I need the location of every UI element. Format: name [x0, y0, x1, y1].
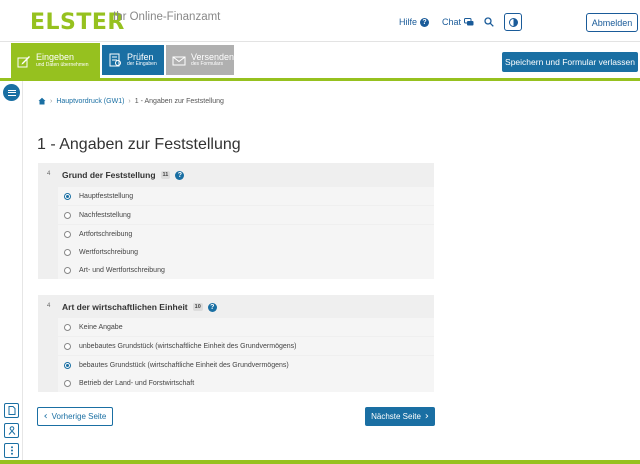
step-pruefen[interactable]: Prüfen der Eingaben	[102, 45, 164, 75]
radio-option-unbebautes-grundstueck[interactable]: unbebautes Grundstück (wirtschaftliche E…	[58, 337, 434, 355]
hamburger-icon	[7, 89, 16, 96]
radio-button[interactable]	[64, 211, 71, 219]
radio-label: Keine Angabe	[79, 323, 123, 331]
step-versenden: Versenden des Formulars	[166, 45, 234, 75]
next-page-label: Nächste Seite	[371, 412, 421, 421]
radio-option-keine-angabe[interactable]: Keine Angabe	[58, 318, 434, 336]
section-heading: Grund der Feststellung 11 ?	[62, 170, 185, 180]
radio-label: Betrieb der Land- und Forstwirtschaft	[79, 379, 195, 387]
radio-label: Wertfortschreibung	[79, 248, 139, 256]
person-rail-button[interactable]	[4, 423, 19, 438]
save-and-exit-button[interactable]: Speichern und Formular verlassen	[502, 52, 638, 72]
radio-button[interactable]	[64, 230, 71, 238]
help-question-icon[interactable]: ?	[175, 170, 185, 180]
checklist-icon	[109, 53, 121, 67]
radio-label: Nachfeststellung	[79, 211, 131, 219]
radio-button[interactable]	[64, 342, 71, 350]
chat-bubble-icon	[464, 17, 474, 25]
section-grund-der-feststellung: 4 Grund der Feststellung 11 ? Hauptfests…	[38, 163, 434, 279]
document-rail-button[interactable]	[4, 403, 19, 418]
search-icon[interactable]	[484, 17, 494, 27]
help-link[interactable]: Hilfe ?	[399, 17, 430, 27]
elster-logo[interactable]: ELSTER	[30, 10, 125, 35]
footer-accent-line	[0, 460, 640, 464]
document-icon	[8, 406, 15, 415]
chevron-left-icon: ‹	[43, 410, 48, 422]
step-bar: Eingeben und Daten übernehmen Prüfen der…	[0, 43, 640, 81]
logout-button[interactable]: Abmelden	[586, 13, 638, 32]
step-subtitle: der Eingaben	[127, 61, 157, 68]
more-rail-button[interactable]	[4, 443, 19, 458]
previous-page-label: Vorherige Seite	[51, 412, 107, 421]
radio-label: unbebautes Grundstück (wirtschaftliche E…	[79, 342, 297, 350]
radio-option-artfortschreibung[interactable]: Artfortschreibung	[58, 225, 434, 243]
breadcrumb-link[interactable]: Hauptvordruck (GW1)	[56, 98, 124, 105]
chat-link[interactable]: Chat	[442, 17, 474, 27]
contrast-toggle-button[interactable]	[504, 13, 522, 31]
section-art-der-wirtschaftlichen-einheit: 4 Art der wirtschaftlichen Einheit 10 ? …	[38, 295, 434, 392]
send-mail-icon	[172, 56, 186, 66]
radio-option-art-und-wertfortschreibung[interactable]: Art- und Wertfortschreibung	[58, 261, 434, 279]
breadcrumb-current: 1 - Angaben zur Feststellung	[134, 97, 224, 105]
next-page-button[interactable]: Nächste Seite ›	[365, 407, 435, 426]
breadcrumb-separator: ›	[128, 97, 131, 105]
radio-button[interactable]	[64, 248, 71, 256]
page-title: 1 - Angaben zur Feststellung	[37, 136, 241, 153]
edit-icon	[17, 55, 30, 67]
chat-label: Chat	[442, 17, 462, 27]
section-title: Art der wirtschaftlichen Einheit	[62, 302, 188, 312]
previous-page-button[interactable]: ‹ Vorherige Seite	[37, 407, 113, 426]
section-title: Grund der Feststellung	[62, 170, 156, 180]
home-icon[interactable]	[38, 97, 46, 105]
radio-label: bebautes Grundstück (wirtschaftliche Ein…	[79, 361, 289, 369]
radio-option-betrieb-land-forst[interactable]: Betrieb der Land- und Forstwirtschaft	[58, 374, 434, 392]
radio-option-nachfeststellung[interactable]: Nachfeststellung	[58, 206, 434, 224]
help-label: Hilfe	[399, 17, 418, 27]
radio-button[interactable]	[64, 323, 71, 331]
radio-button[interactable]	[64, 379, 71, 387]
field-number-badge: 10	[192, 303, 203, 311]
section-heading: Art der wirtschaftlichen Einheit 10 ?	[62, 302, 217, 312]
logo-subtitle: Ihr Online-Finanzamt	[113, 11, 221, 23]
field-number-badge: 11	[160, 171, 171, 179]
radio-label: Art- und Wertfortschreibung	[79, 266, 165, 274]
radio-option-bebautes-grundstueck[interactable]: bebautes Grundstück (wirtschaftliche Ein…	[58, 356, 434, 374]
step-eingeben[interactable]: Eingeben und Daten übernehmen	[11, 43, 100, 78]
breadcrumb-separator: ›	[50, 97, 53, 105]
radio-button[interactable]	[64, 266, 71, 274]
step-subtitle: und Daten übernehmen	[36, 61, 89, 68]
menu-button[interactable]	[3, 84, 20, 101]
more-vertical-icon	[10, 446, 13, 455]
step-subtitle: des Formulars	[191, 61, 223, 68]
radio-label: Artfortschreibung	[79, 230, 133, 238]
contrast-icon	[508, 17, 518, 27]
question-icon: ?	[420, 17, 430, 27]
radio-label: Hauptfeststellung	[79, 192, 134, 200]
breadcrumb: › Hauptvordruck (GW1) › 1 - Angaben zur …	[38, 97, 224, 105]
radio-option-hauptfeststellung[interactable]: Hauptfeststellung	[58, 187, 434, 205]
help-question-icon[interactable]: ?	[207, 302, 217, 312]
section-number: 4	[47, 171, 51, 177]
chevron-right-icon: ›	[424, 410, 429, 422]
radio-button-selected[interactable]	[64, 361, 71, 369]
top-header: ELSTER Ihr Online-Finanzamt Hilfe ? Chat…	[0, 0, 640, 42]
radio-button-selected[interactable]	[64, 192, 71, 200]
section-number: 4	[47, 303, 51, 309]
person-icon	[8, 426, 15, 435]
radio-option-wertfortschreibung[interactable]: Wertfortschreibung	[58, 243, 434, 261]
